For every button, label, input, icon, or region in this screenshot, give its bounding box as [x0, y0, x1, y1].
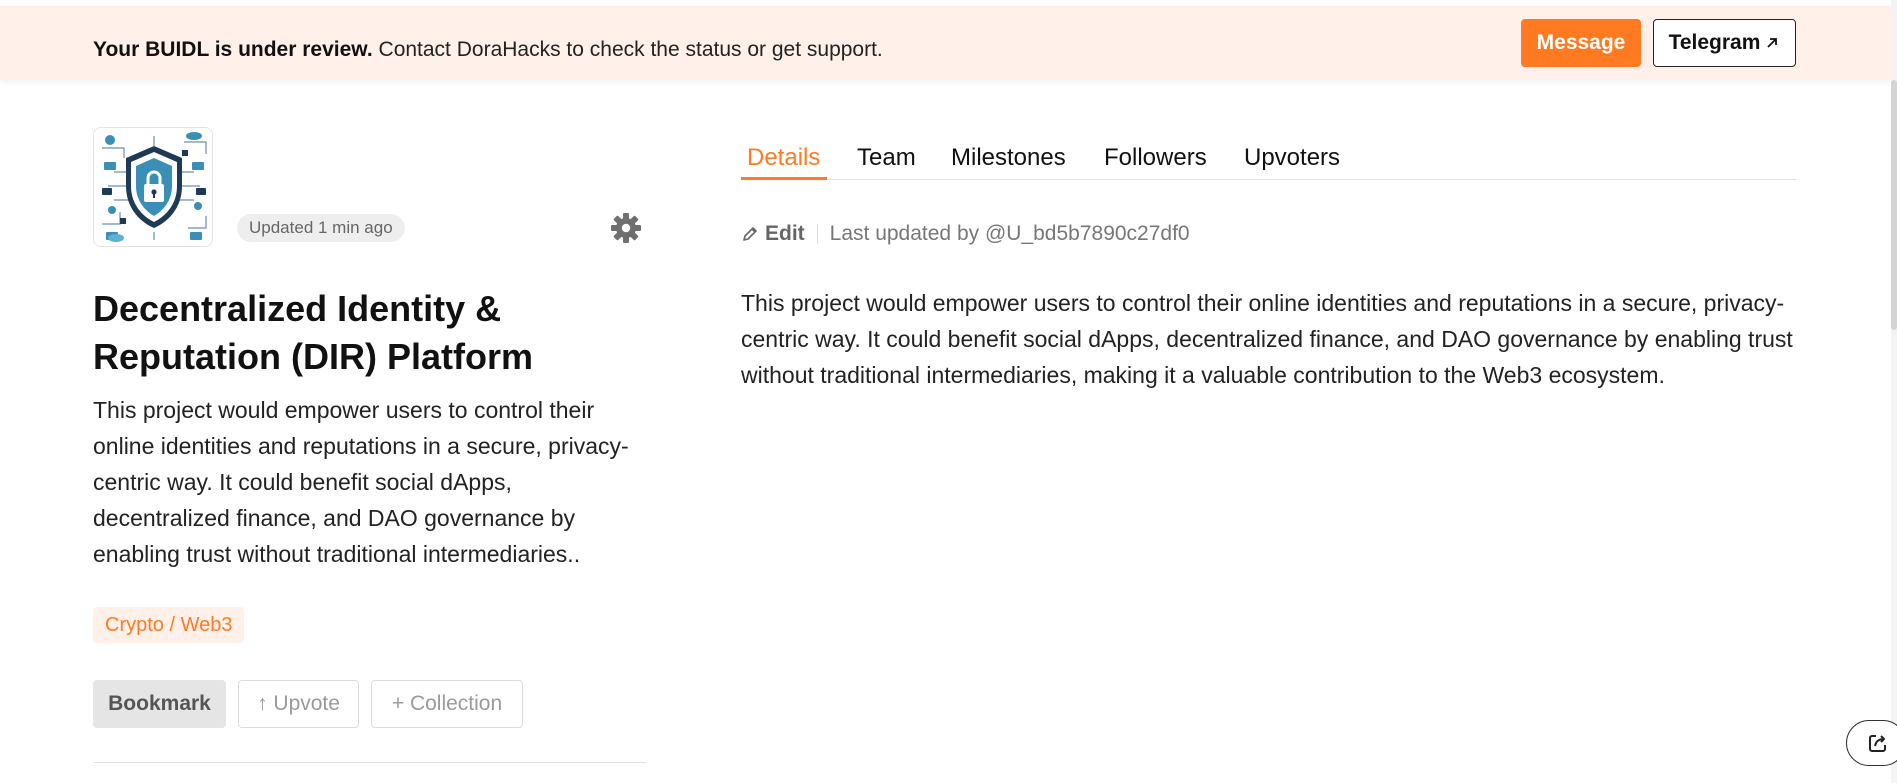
- active-tab-indicator: [741, 177, 827, 180]
- edit-separator: [816, 224, 818, 244]
- banner-message: Your BUIDL is under review. Contact Dora…: [93, 38, 883, 62]
- review-banner: Your BUIDL is under review. Contact Dora…: [0, 6, 1893, 80]
- scrollbar-thumb[interactable]: [1891, 80, 1897, 330]
- telegram-button[interactable]: Telegram: [1653, 19, 1796, 67]
- tab-followers[interactable]: Followers: [1104, 144, 1207, 172]
- tab-milestones[interactable]: Milestones: [951, 144, 1066, 172]
- share-icon: [1869, 735, 1886, 752]
- shield-lock-logo: [94, 128, 212, 246]
- add-collection-button[interactable]: + Collection: [371, 680, 523, 728]
- last-updated-text: Last updated by @U_bd5b7890c27df0: [829, 222, 1190, 245]
- tab-team[interactable]: Team: [857, 144, 916, 172]
- message-button[interactable]: Message: [1521, 19, 1641, 67]
- edit-row: Edit Last updated by @U_bd5b7890c27df0: [741, 220, 1190, 248]
- project-tabs: Details Team Milestones Followers Upvote…: [741, 136, 1796, 180]
- share-button[interactable]: [1846, 720, 1897, 766]
- updated-badge: Updated 1 min ago: [237, 214, 405, 242]
- page-scrollbar[interactable]: [1891, 0, 1897, 783]
- banner-text: Contact DoraHacks to check the status or…: [372, 38, 883, 61]
- telegram-button-label: Telegram: [1668, 31, 1761, 54]
- project-title: Decentralized Identity & Reputation (DIR…: [93, 288, 533, 377]
- edit-label: Edit: [765, 222, 805, 245]
- edit-button[interactable]: Edit: [741, 222, 805, 246]
- details-body: This project would empower users to cont…: [741, 290, 1793, 388]
- external-arrow-icon: [1767, 38, 1778, 48]
- message-button-label: Message: [1536, 31, 1626, 54]
- project-short-description: This project would empower users to cont…: [93, 397, 629, 567]
- bookmark-button[interactable]: Bookmark: [93, 680, 226, 728]
- upvote-button[interactable]: ↑ Upvote: [238, 680, 359, 728]
- tab-details[interactable]: Details: [747, 144, 820, 172]
- banner-bold-text: Your BUIDL is under review.: [93, 38, 373, 61]
- project-logo: [93, 127, 213, 247]
- gear-icon[interactable]: [610, 212, 642, 244]
- left-divider: [93, 762, 646, 763]
- pencil-icon: [743, 227, 757, 241]
- category-tag[interactable]: Crypto / Web3: [93, 607, 245, 643]
- tab-upvoters[interactable]: Upvoters: [1244, 144, 1340, 172]
